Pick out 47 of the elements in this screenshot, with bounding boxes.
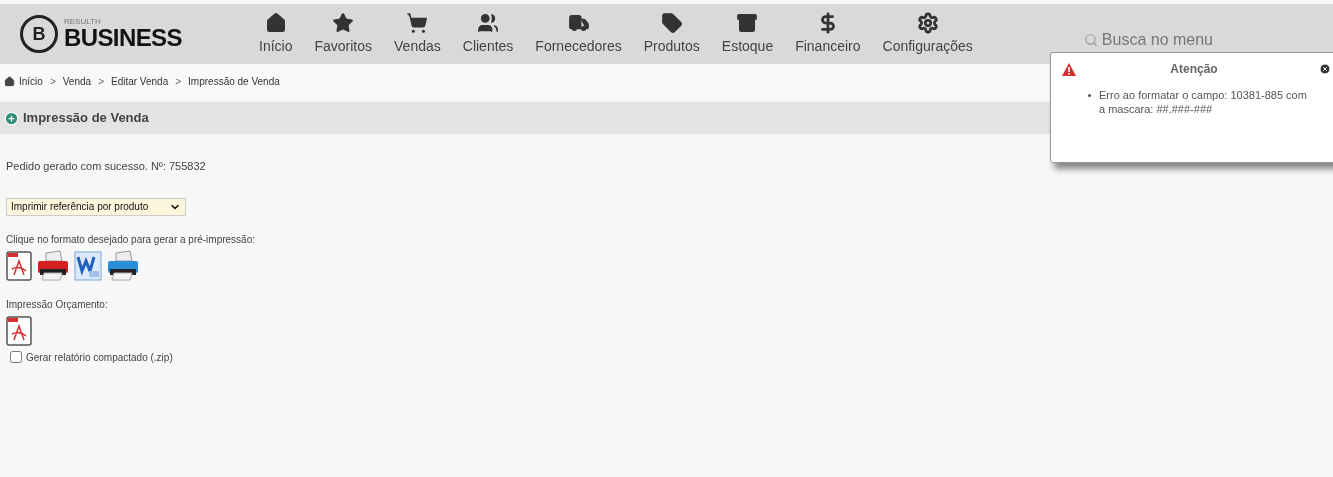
settings-icon bbox=[916, 11, 939, 34]
breadcrumb-link[interactable]: Impressão de Venda bbox=[188, 73, 280, 89]
zip-checkbox[interactable] bbox=[10, 351, 22, 363]
alert-message: Erro ao formatar o campo: 10381-885 com a mascara: ##.###-### bbox=[1099, 88, 1308, 116]
document-icon[interactable] bbox=[74, 250, 102, 281]
logo-mark: B bbox=[20, 15, 58, 53]
zip-option-label: Gerar relatório compactado (.zip) bbox=[26, 350, 173, 365]
users-icon bbox=[477, 11, 500, 34]
printer-icon[interactable] bbox=[36, 248, 70, 281]
nav-item[interactable]: Estoque bbox=[710, 11, 785, 57]
success-message: Pedido gerado com sucesso. Nº: 755832 bbox=[6, 159, 207, 174]
nav-item[interactable]: Financeiro bbox=[784, 11, 872, 57]
alert-title: Atenção bbox=[1170, 61, 1218, 78]
pdf-icon[interactable] bbox=[6, 250, 32, 281]
logo-name: BUSINESS bbox=[64, 26, 182, 50]
box-icon bbox=[736, 11, 759, 34]
nav-item[interactable]: Início bbox=[248, 11, 304, 57]
breadcrumb-separator: > bbox=[175, 74, 182, 89]
breadcrumb-link[interactable]: Editar Venda bbox=[110, 73, 169, 89]
breadcrumb-separator: > bbox=[49, 74, 56, 89]
page-title: Impressão de Venda bbox=[23, 109, 149, 128]
add-icon bbox=[4, 110, 19, 126]
nav-item[interactable]: Fornecedores bbox=[524, 11, 633, 57]
nav-item[interactable]: Produtos bbox=[632, 11, 711, 57]
print-option-select[interactable]: Imprimir referência por produto bbox=[6, 197, 186, 216]
nav-item[interactable]: Vendas bbox=[383, 11, 452, 57]
star-icon bbox=[332, 11, 355, 34]
bullet-icon bbox=[1088, 94, 1091, 97]
budget-label: Impressão Orçamento: bbox=[6, 297, 109, 312]
printer-icon[interactable] bbox=[106, 248, 140, 281]
search-icon bbox=[1083, 33, 1098, 47]
format-label: Clique no formato desejado para gerar a pré-impressão: bbox=[6, 232, 257, 247]
breadcrumb-link[interactable]: Venda bbox=[62, 73, 92, 89]
cart-icon bbox=[406, 11, 429, 34]
pdf-icon[interactable] bbox=[6, 315, 32, 346]
nav-item[interactable]: Favoritos bbox=[303, 11, 384, 57]
breadcrumb-separator: > bbox=[98, 74, 104, 89]
search-field[interactable]: Busca no menu bbox=[1101, 28, 1272, 52]
nav-item[interactable]: Clientes bbox=[451, 11, 525, 57]
close-icon[interactable] bbox=[1319, 63, 1331, 75]
home-icon bbox=[4, 75, 15, 87]
breadcrumb-link[interactable]: Início bbox=[19, 73, 43, 89]
home-icon bbox=[264, 11, 287, 34]
tag-icon bbox=[660, 11, 683, 34]
nav-item[interactable]: Configurações bbox=[871, 11, 984, 57]
logo-tagline: RESULTH bbox=[64, 18, 102, 26]
warning-icon bbox=[1061, 61, 1077, 77]
